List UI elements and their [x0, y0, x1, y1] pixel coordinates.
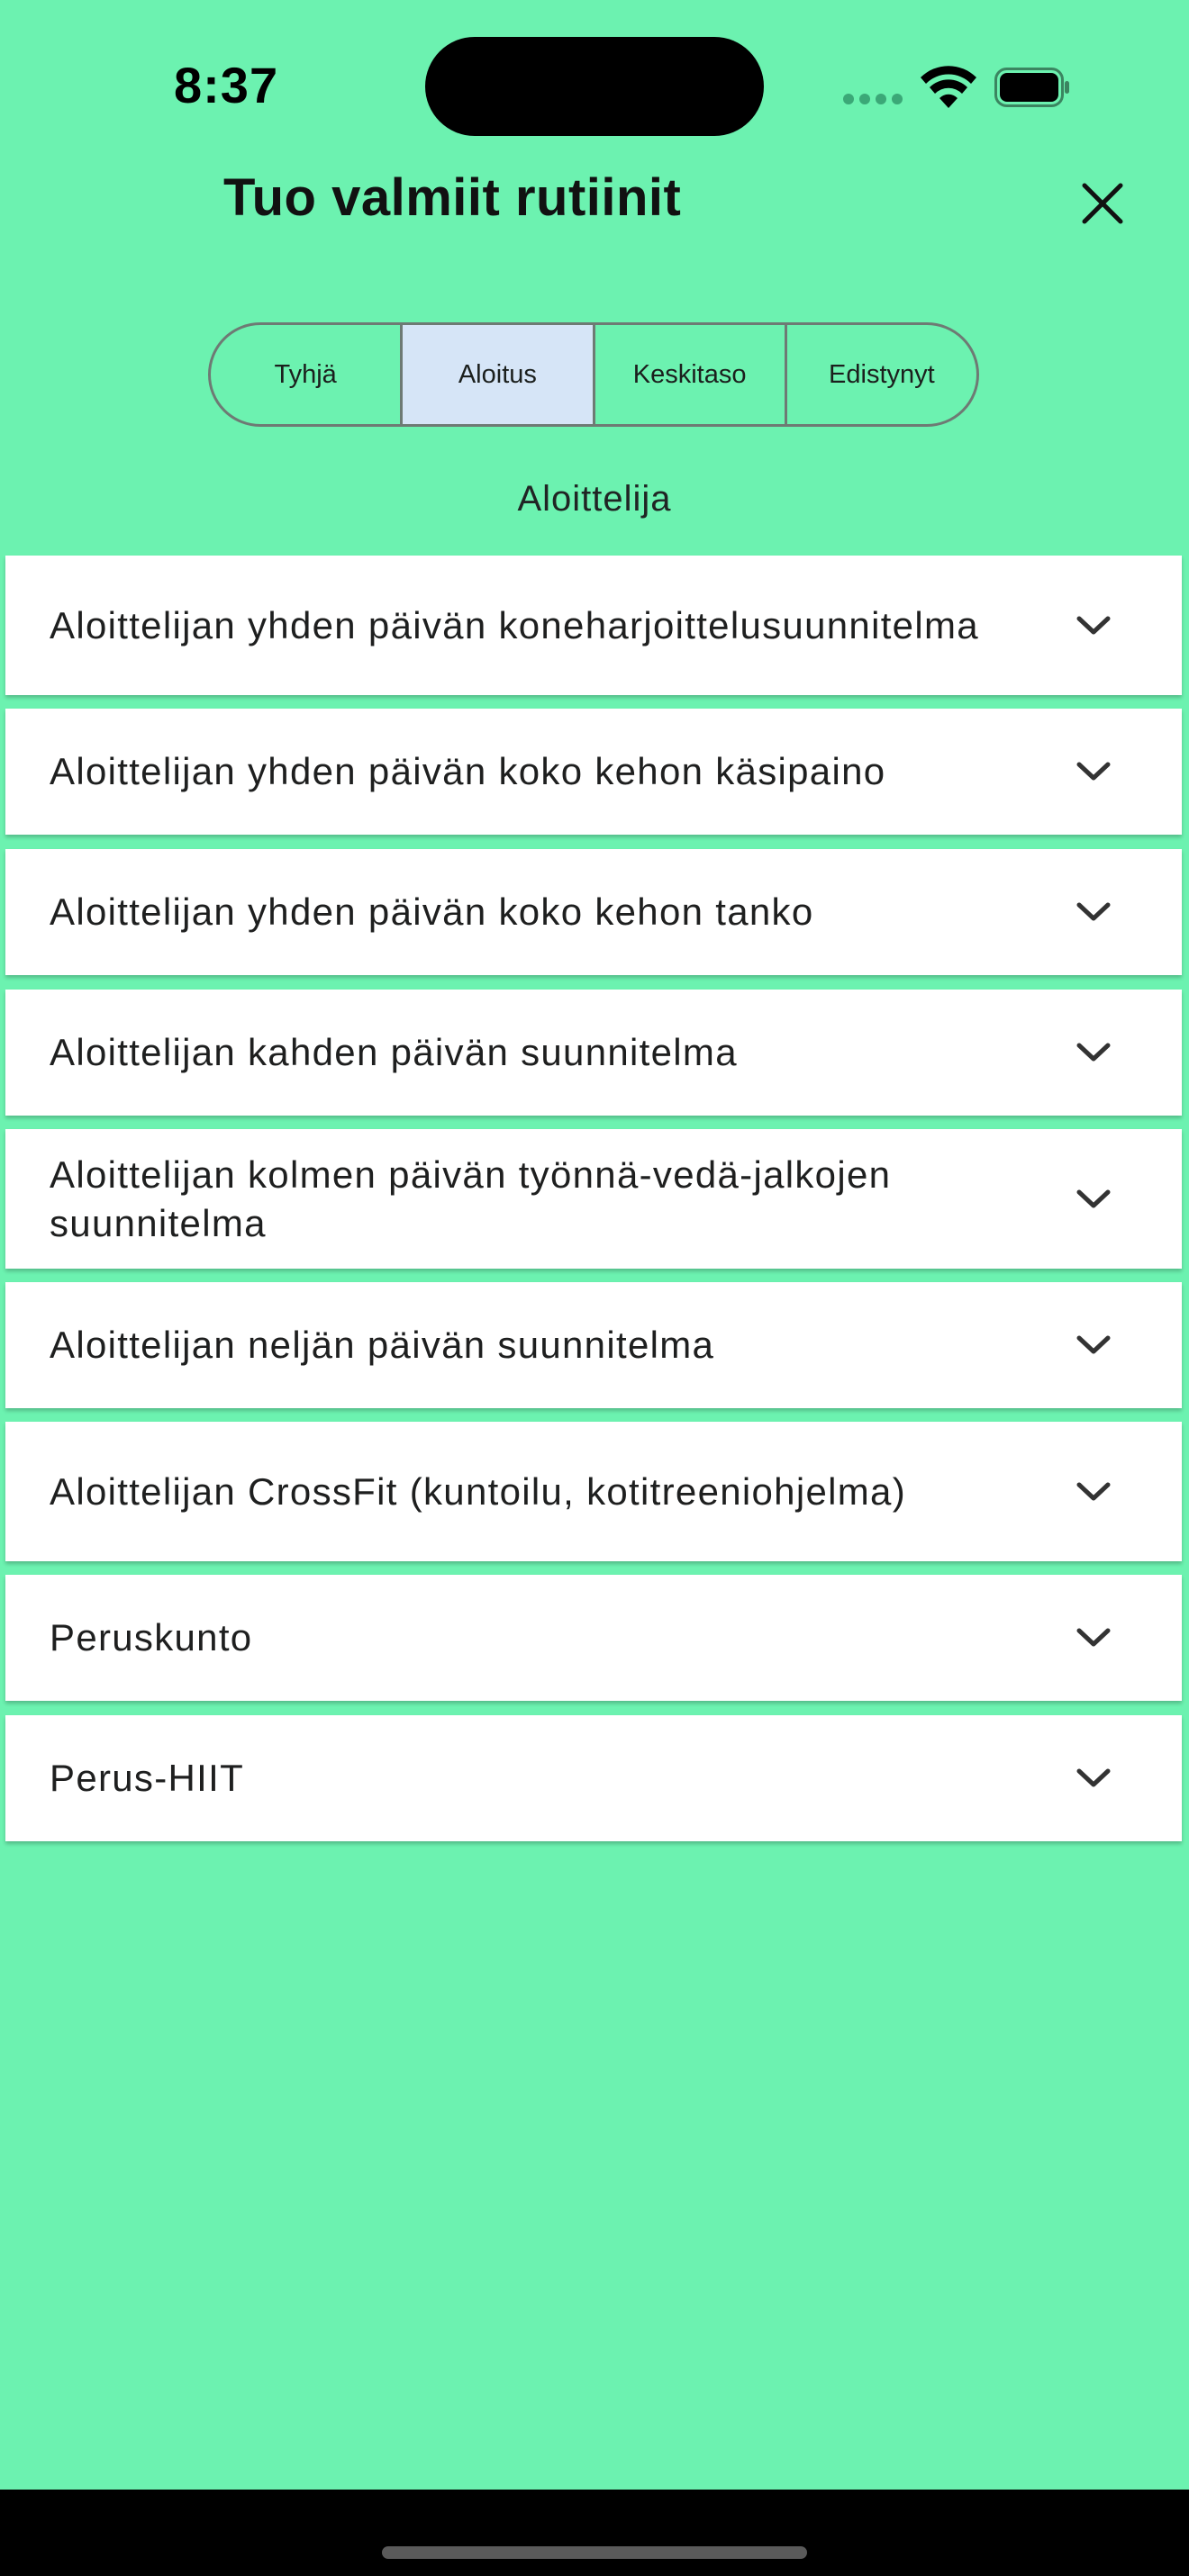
wifi-icon — [921, 66, 976, 108]
chevron-down-icon — [1076, 762, 1111, 781]
bottom-bar — [0, 2490, 1189, 2576]
segment-tyhja[interactable]: Tyhjä — [211, 325, 404, 424]
list-item[interactable]: Aloittelijan CrossFit (kuntoilu, kotitre… — [5, 1422, 1182, 1561]
level-segmented-control: Tyhjä Aloitus Keskitaso Edistynyt — [208, 322, 979, 427]
routine-title: Aloittelijan CrossFit (kuntoilu, kotitre… — [50, 1469, 906, 1513]
list-item[interactable]: Peruskunto — [5, 1575, 1182, 1701]
chevron-down-icon — [1076, 1482, 1111, 1500]
list-item[interactable]: Perus-HIIT — [5, 1715, 1182, 1841]
routine-title: Aloittelijan neljän päivän suunnitelma — [50, 1324, 715, 1366]
routine-title: Aloittelijan kolmen päivän työnnä-vedä-j… — [50, 1152, 892, 1244]
list-item[interactable]: Aloittelijan neljän päivän suunnitelma — [5, 1282, 1182, 1408]
segment-edistynyt[interactable]: Edistynyt — [787, 325, 976, 424]
close-button[interactable] — [1068, 169, 1137, 238]
chevron-down-icon — [1076, 1189, 1111, 1207]
routine-title: Aloittelijan kahden päivän suunnitelma — [50, 1031, 738, 1073]
dynamic-island — [425, 37, 764, 136]
routine-title: Aloittelijan yhden päivän koko kehon käs… — [50, 750, 886, 792]
list-item[interactable]: Aloittelijan kolmen päivän työnnä-vedä-j… — [5, 1129, 1182, 1269]
chevron-down-icon — [1076, 1768, 1111, 1787]
segment-aloitus[interactable]: Aloitus — [403, 325, 595, 424]
battery-icon — [994, 68, 1069, 107]
routine-title: Perus-HIIT — [50, 1757, 245, 1799]
list-item[interactable]: Aloittelijan yhden päivän koneharjoittel… — [5, 556, 1182, 695]
chevron-down-icon — [1076, 1335, 1111, 1354]
segment-keskitaso[interactable]: Keskitaso — [595, 325, 787, 424]
home-indicator[interactable] — [382, 2546, 807, 2559]
routine-title: Aloittelijan yhden päivän koneharjoittel… — [50, 603, 979, 646]
routine-title: Peruskunto — [50, 1616, 253, 1659]
chevron-down-icon — [1076, 616, 1111, 634]
list-item[interactable]: Aloittelijan yhden päivän koko kehon käs… — [5, 709, 1182, 835]
section-heading: Aloittelija — [517, 479, 672, 519]
signal-icon — [843, 94, 903, 104]
list-item[interactable]: Aloittelijan kahden päivän suunnitelma — [5, 990, 1182, 1116]
page-title: Tuo valmiit rutiinit — [223, 168, 682, 227]
chevron-down-icon — [1076, 1043, 1111, 1062]
routine-title: Aloittelijan yhden päivän koko kehon tan… — [50, 890, 814, 933]
close-icon — [1082, 183, 1123, 224]
status-time: 8:37 — [174, 57, 279, 113]
list-item[interactable]: Aloittelijan yhden päivän koko kehon tan… — [5, 849, 1182, 975]
chevron-down-icon — [1076, 1628, 1111, 1647]
chevron-down-icon — [1076, 902, 1111, 921]
